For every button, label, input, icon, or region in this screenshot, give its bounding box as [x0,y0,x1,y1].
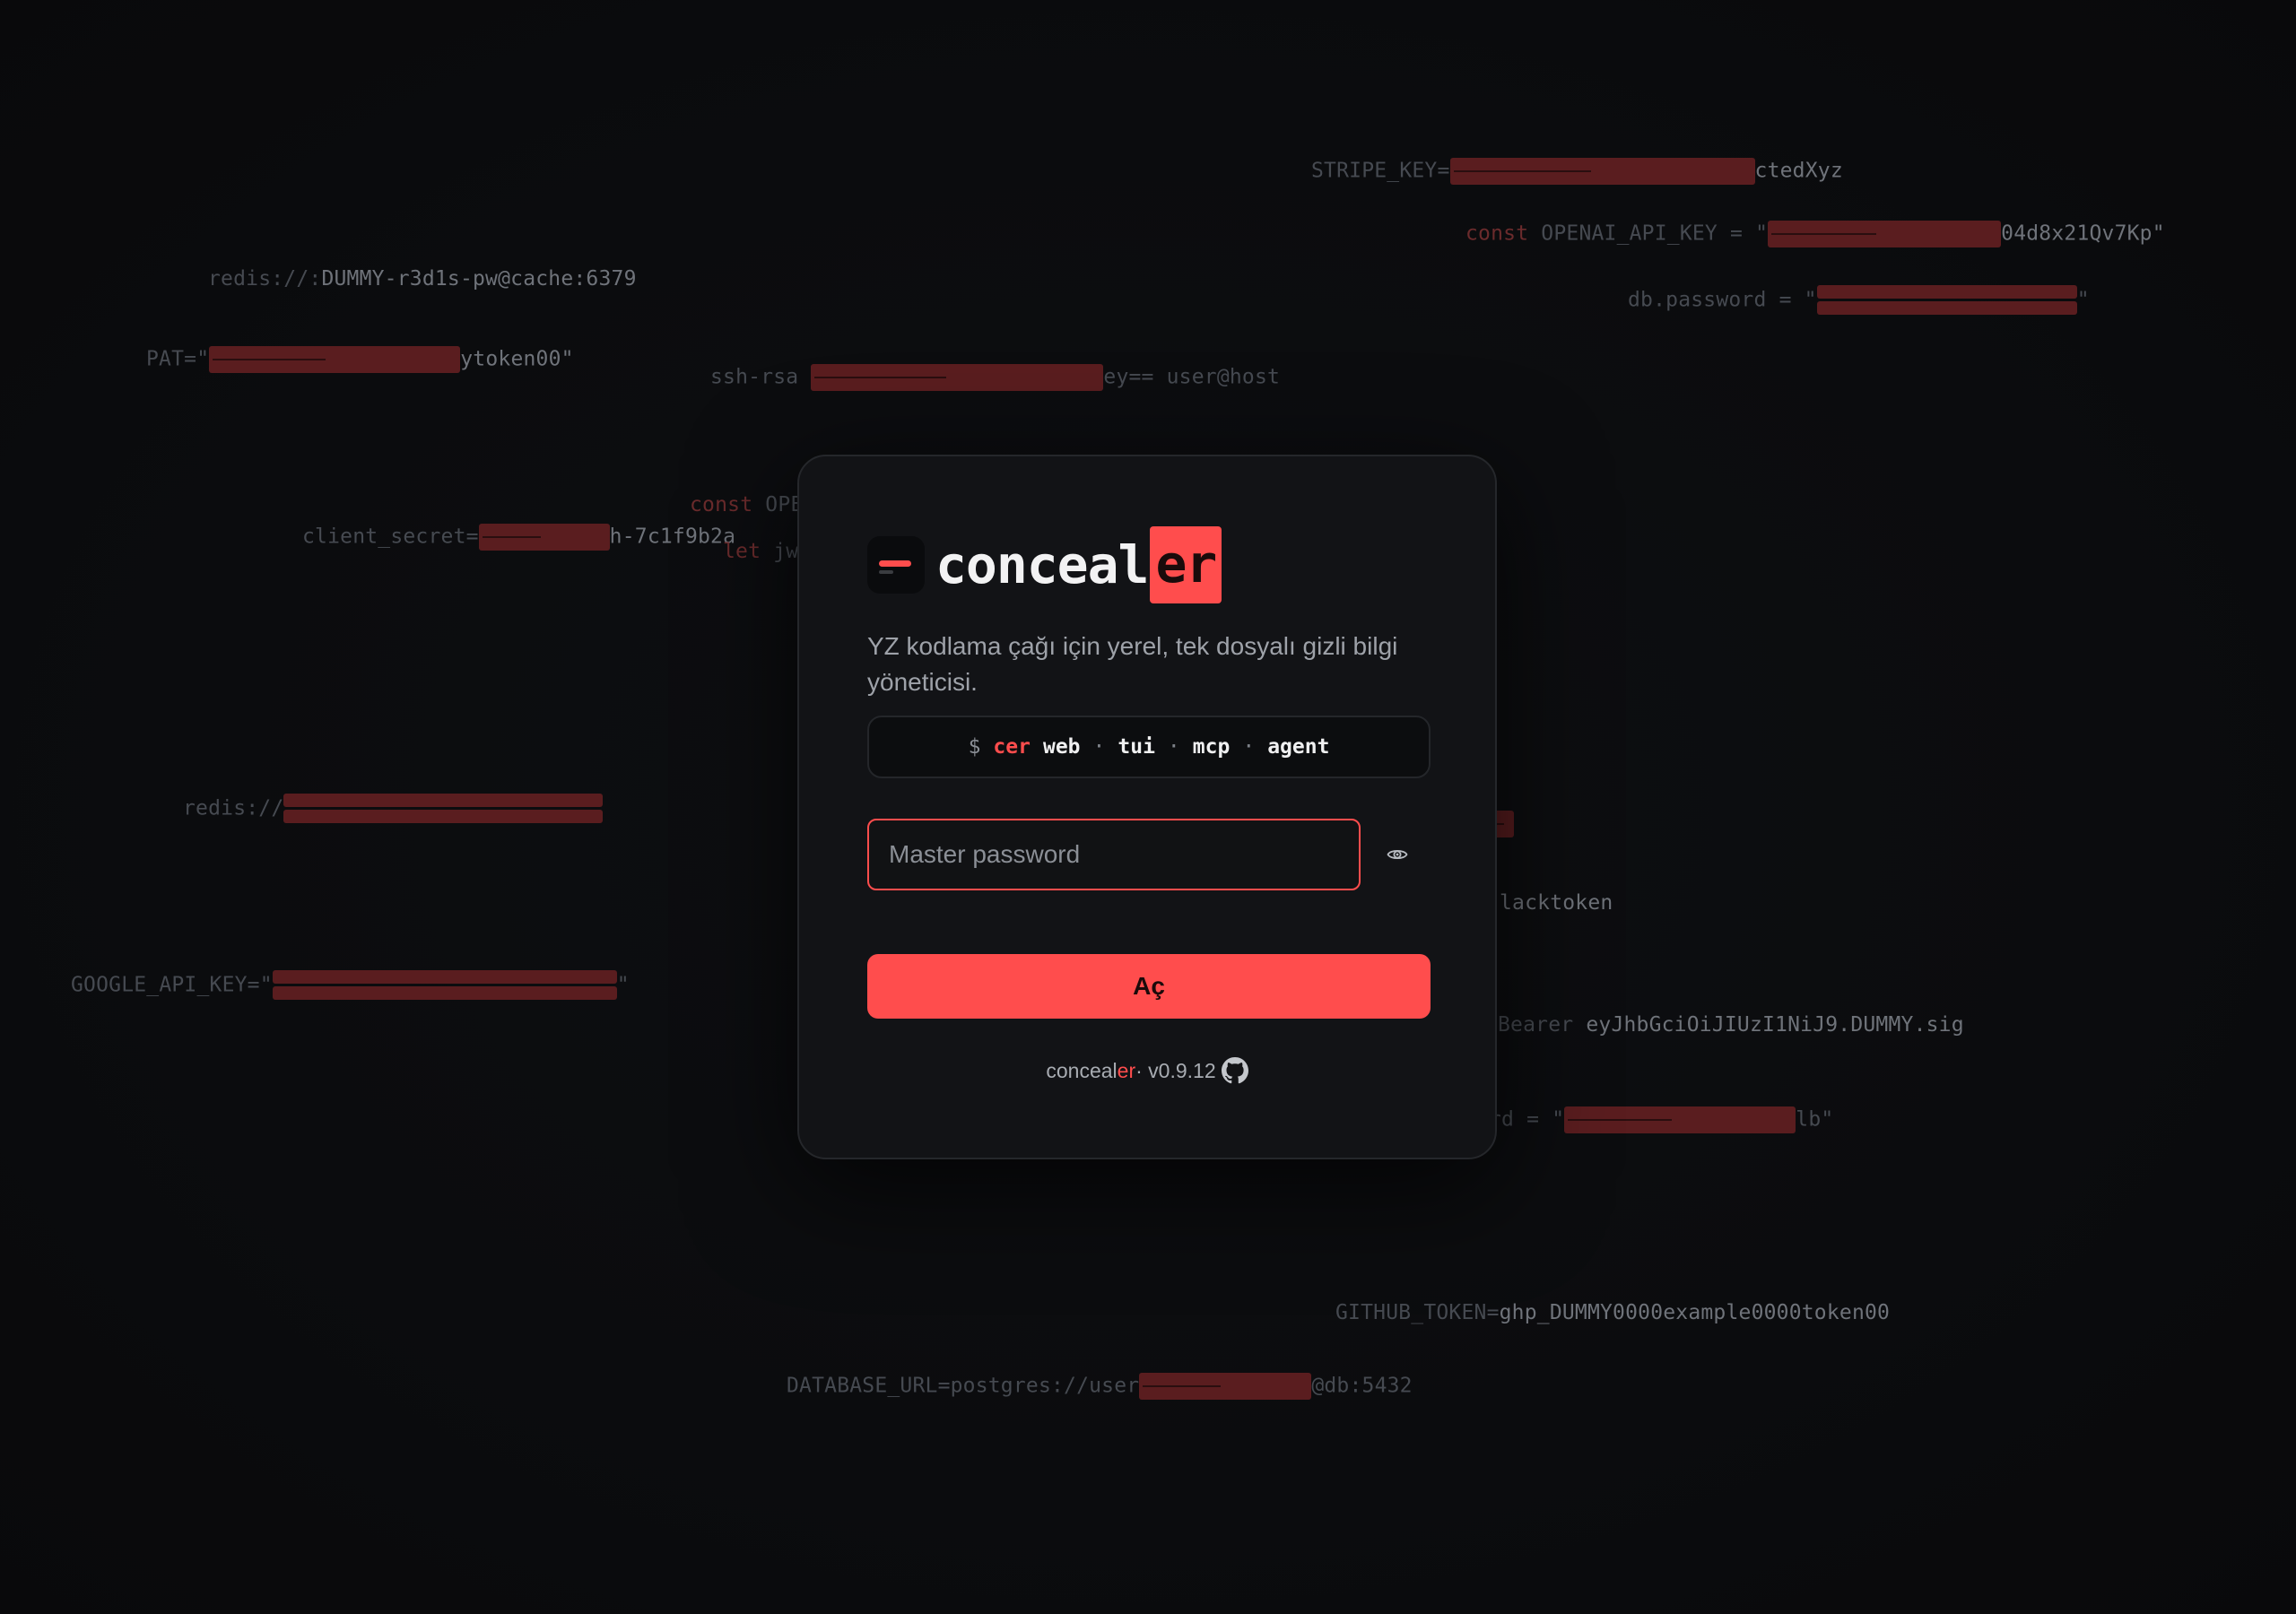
eye-icon [1387,849,1408,860]
bg-line-stripe: STRIPE_KEY= ctedXyz [1311,158,1843,185]
command-hint: $ cer web · tui · mcp · agent [867,716,1431,778]
unlock-card: conceal er YZ kodlama çağı için yerel, te… [797,455,1497,1159]
concealer-logo-icon [867,536,925,594]
footer: concealer · v0.9.12 [799,1057,1495,1084]
bg-line-database-url: DATABASE_URL=postgres://user @db:5432 [787,1373,1413,1400]
footer-app-name: concealer [1046,1058,1136,1082]
github-link[interactable] [1221,1057,1248,1084]
master-password-field [867,819,1361,890]
bg-line-pat: PAT=" ytoken00" [146,346,574,373]
brand-name: conceal er [935,526,1222,603]
bg-line-client-secret: client_secret= h-7c1f9b2a [302,524,735,551]
github-icon [1221,1057,1248,1084]
brand-logo: conceal er [867,525,1222,605]
shell-prompt: $ [968,735,981,759]
subcommand-agent: agent [1267,735,1330,759]
bg-line-let-jw: let jw [723,540,799,563]
command-name: cer [993,735,1031,759]
separator: · [1167,735,1180,759]
subcommand-tui: tui [1118,735,1155,759]
separator: · [1242,735,1256,759]
bg-line-openai: const OPENAI_API_KEY = " 04d8x21Qv7Kp" [1465,221,2165,247]
subcommand-mcp: mcp [1192,735,1231,759]
footer-version: · v0.9.12 [1135,1058,1216,1082]
bg-line-ssh-rsa: ssh-rsa ey== user@host [710,364,1280,391]
bg-line-github-token: GITHUB_TOKEN=ghp_DUMMY0000example0000tok… [1335,1301,1891,1324]
brand-name-suffix: er [1150,526,1222,603]
bg-line-google: GOOGLE_API_KEY=" " [71,970,630,1001]
bg-line-redis-2: redis:// [183,794,604,824]
bg-line-const-ope: const OPE [690,493,804,516]
bg-line-bearer: Bearer eyJhbGciOiJIUzI1NiJ9.DUMMY.sig [1498,1013,1964,1037]
open-vault-button[interactable]: Aç [867,954,1431,1019]
brand-name-main: conceal [935,534,1149,595]
bg-line-rd: rd = " lb" [1489,1106,1833,1133]
bg-line-slack: lacktoken [1500,891,1613,915]
bg-line-redis: redis://:DUMMY-r3d1s-pw@cache:6379 [208,267,637,291]
subcommand-web: web [1042,735,1081,759]
master-password-input[interactable] [867,819,1361,890]
separator: · [1092,735,1106,759]
tagline: YZ kodlama çağı için yerel, tek dosyalı … [867,632,1398,696]
toggle-password-visibility-button[interactable] [1379,837,1415,872]
app-stage: STRIPE_KEY= ctedXyz const OPENAI_API_KEY … [0,0,2296,1614]
bg-line-db-password: db.password = " " [1628,285,2090,316]
